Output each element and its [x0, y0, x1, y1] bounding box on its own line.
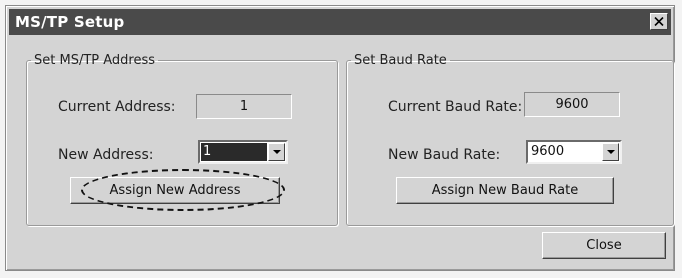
close-button-label: Close: [586, 238, 622, 253]
new-baud-rate-label: New Baud Rate:: [388, 147, 501, 163]
dialog-window: MS/TP Setup Set MS/TP Address Current Ad…: [5, 5, 675, 271]
dropdown-arrow-icon[interactable]: [602, 143, 619, 161]
current-address-label: Current Address:: [58, 99, 176, 115]
dropdown-arrow-icon[interactable]: [268, 143, 285, 161]
assign-new-baud-rate-label: Assign New Baud Rate: [431, 183, 579, 198]
baud-rate-group-legend: Set Baud Rate: [354, 53, 447, 68]
new-baud-rate-value: 9600: [531, 144, 565, 159]
title-bar[interactable]: MS/TP Setup: [9, 9, 671, 35]
close-button[interactable]: Close: [542, 232, 666, 259]
current-address-value: 1: [196, 94, 292, 119]
new-address-select[interactable]: 1: [198, 140, 288, 164]
new-address-value: 1: [201, 143, 267, 161]
address-group-legend: Set MS/TP Address: [34, 53, 156, 68]
assign-new-address-button[interactable]: Assign New Address: [70, 177, 280, 204]
close-x-icon[interactable]: [650, 13, 668, 30]
new-address-label: New Address:: [58, 147, 154, 163]
current-baud-rate-label: Current Baud Rate:: [388, 99, 523, 115]
current-baud-rate-value: 9600: [524, 92, 620, 117]
assign-new-baud-rate-button[interactable]: Assign New Baud Rate: [396, 177, 614, 204]
assign-new-address-label: Assign New Address: [109, 183, 241, 198]
window-title: MS/TP Setup: [15, 13, 125, 31]
new-baud-rate-select[interactable]: 9600: [526, 140, 622, 164]
